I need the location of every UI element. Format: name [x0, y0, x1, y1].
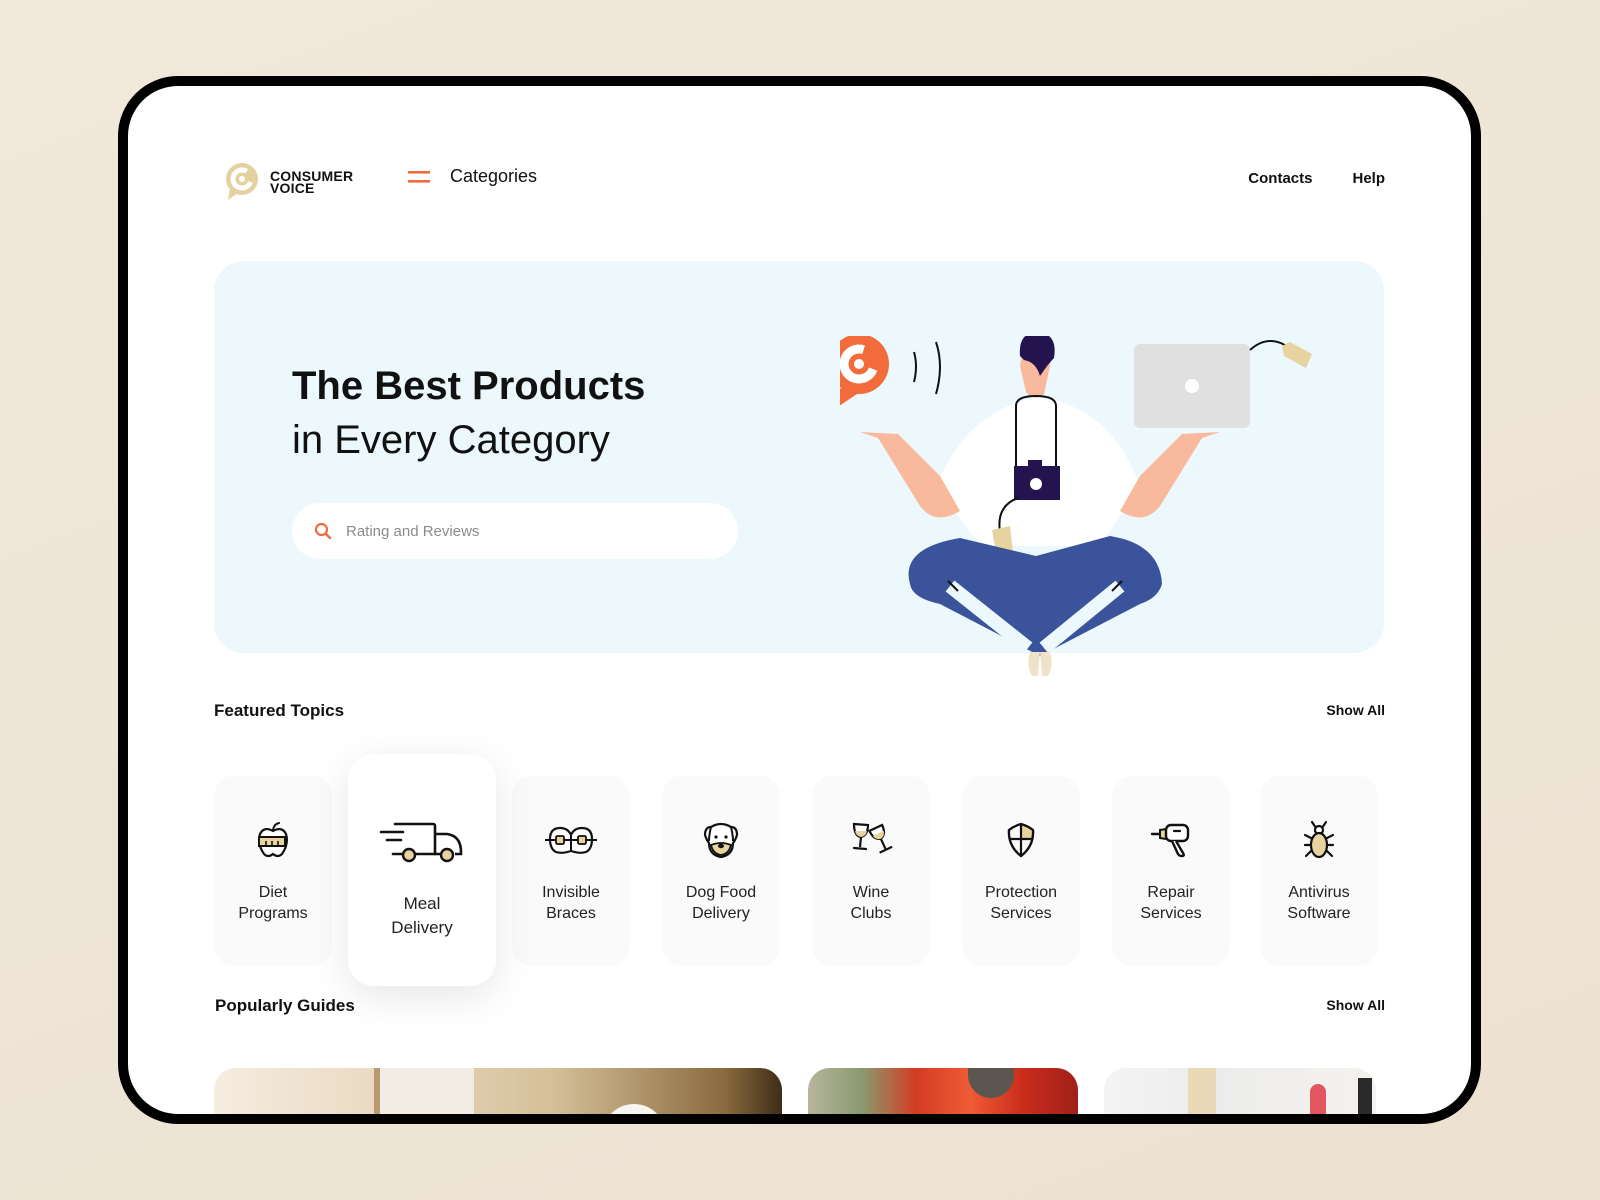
- apple-measuring-tape-icon: [258, 822, 288, 858]
- topic-label: Wine Clubs: [850, 884, 892, 922]
- featured-show-all-link[interactable]: Show All: [1326, 702, 1385, 718]
- topic-card-diet-programs[interactable]: Diet Programs: [214, 776, 332, 966]
- braces-icon: [545, 826, 597, 854]
- bug-icon: [1303, 820, 1335, 859]
- topic-label: Antivirus Software: [1287, 884, 1351, 922]
- guide-image-detail: [602, 1104, 666, 1114]
- topic-label: Repair Services: [1140, 884, 1202, 922]
- top-nav: Contacts Help: [1248, 170, 1385, 187]
- brand-logo[interactable]: CONSUMER VOICE: [224, 162, 353, 202]
- laptop-icon: [1134, 340, 1312, 428]
- topic-label: Meal Delivery: [391, 894, 453, 937]
- guide-image-detail: [1358, 1078, 1372, 1114]
- guides-show-all-link[interactable]: Show All: [1326, 997, 1385, 1013]
- shield-icon: [1007, 822, 1035, 858]
- search-bar[interactable]: [292, 503, 738, 559]
- popular-guides-title: Popularly Guides: [215, 996, 355, 1015]
- hero-title-light: in Every Category: [292, 418, 610, 462]
- guide-image-cosmetics: [1188, 1068, 1216, 1114]
- categories-label: Categories: [450, 166, 538, 186]
- consumer-voice-bubble-icon: [840, 336, 889, 406]
- topic-label: Protection Services: [984, 884, 1058, 922]
- guide-card-cookware[interactable]: [808, 1068, 1078, 1114]
- topic-card-protection-services[interactable]: Protection Services: [962, 776, 1080, 966]
- device-frame: CONSUMER VOICE Categories Contacts Help …: [118, 76, 1481, 1124]
- guide-image-lipstick: [1310, 1084, 1326, 1114]
- topic-label: Invisible Braces: [542, 884, 600, 922]
- drill-icon: [1150, 823, 1190, 858]
- wine-glasses-icon: [852, 822, 893, 854]
- popular-guides-list: [214, 1068, 1388, 1114]
- topic-card-invisible-braces[interactable]: Invisible Braces: [512, 776, 630, 966]
- guide-image-home-interior: [374, 1068, 474, 1114]
- topic-card-dog-food-delivery[interactable]: Dog Food Delivery: [662, 776, 780, 966]
- guide-image-cookware-pot: [968, 1068, 1014, 1098]
- guide-card-cosmetics[interactable]: [1104, 1068, 1376, 1114]
- search-icon: [314, 522, 332, 540]
- topic-card-meal-delivery[interactable]: Meal Delivery: [348, 754, 496, 986]
- featured-topics-list: Diet Programs Meal Delivery Invisible Br…: [214, 754, 1388, 996]
- camera-icon: [1014, 460, 1060, 500]
- brand-name: CONSUMER VOICE: [270, 168, 354, 196]
- delivery-truck-icon: [379, 822, 463, 863]
- hero-illustration: [840, 336, 1312, 676]
- topic-label: Dog Food Delivery: [685, 884, 757, 922]
- topic-card-repair-services[interactable]: Repair Services: [1112, 776, 1230, 966]
- hero-title-bold: The Best Products: [292, 364, 646, 408]
- menu-icon: [408, 170, 430, 183]
- nav-contacts-link[interactable]: Contacts: [1248, 170, 1312, 187]
- featured-topics-title: Featured Topics: [214, 701, 345, 720]
- dog-face-icon: [703, 822, 739, 859]
- categories-menu-button[interactable]: Categories: [408, 166, 537, 187]
- topic-card-antivirus-software[interactable]: Antivirus Software: [1260, 776, 1378, 966]
- consumer-voice-logo-icon: [226, 163, 258, 200]
- guide-card-home-interior[interactable]: [214, 1068, 782, 1114]
- topic-card-wine-clubs[interactable]: Wine Clubs: [812, 776, 930, 966]
- hero-title: The Best Products in Every Category: [292, 359, 645, 467]
- screen: CONSUMER VOICE Categories Contacts Help …: [128, 86, 1471, 1114]
- search-input[interactable]: [346, 522, 686, 540]
- nav-help-link[interactable]: Help: [1352, 170, 1385, 187]
- topic-label: Diet Programs: [238, 884, 308, 922]
